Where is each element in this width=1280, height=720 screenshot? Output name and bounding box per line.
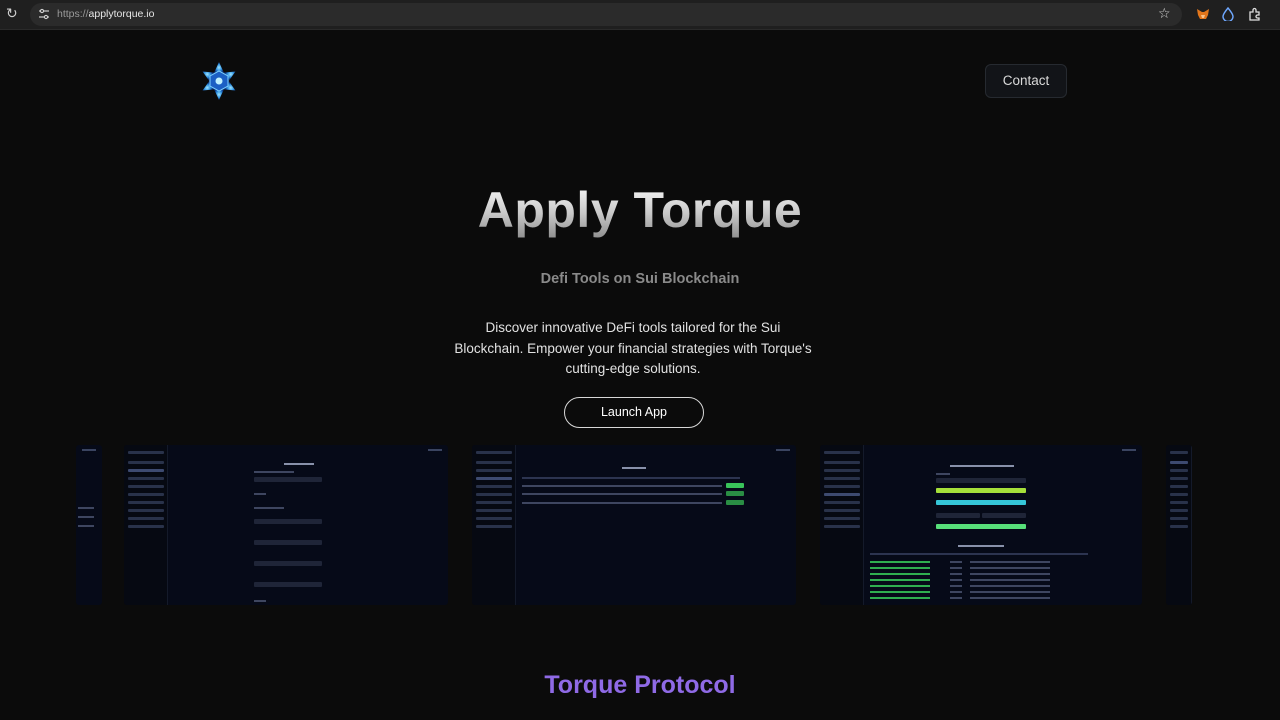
launch-app-button[interactable]: Launch App bbox=[564, 397, 704, 428]
url-scheme: https:// bbox=[57, 8, 89, 20]
drop-icon[interactable] bbox=[1221, 7, 1235, 21]
app-screenshot-create-vesting[interactable] bbox=[124, 445, 448, 605]
extensions-icon[interactable] bbox=[1248, 7, 1262, 21]
app-screenshot-my-vestings[interactable] bbox=[472, 445, 796, 605]
tune-icon[interactable] bbox=[38, 8, 50, 20]
app-screenshot-partial-left[interactable] bbox=[76, 445, 102, 605]
page: Contact Apply Torque Defi Tools on Sui B… bbox=[0, 31, 1280, 720]
app-screenshot-multi-send[interactable] bbox=[820, 445, 1142, 605]
torque-logo[interactable] bbox=[198, 60, 240, 102]
address-bar[interactable] bbox=[30, 3, 1182, 26]
browser-toolbar: ↻ https://applytorque.io ☆ bbox=[0, 0, 1280, 30]
url-host: applytorque.io bbox=[88, 8, 155, 20]
contact-button[interactable]: Contact bbox=[985, 64, 1067, 98]
reload-icon[interactable]: ↻ bbox=[6, 7, 20, 21]
hero-title: Apply Torque bbox=[340, 181, 940, 239]
app-screenshot-partial-right[interactable] bbox=[1166, 445, 1192, 605]
star-icon[interactable]: ☆ bbox=[1158, 6, 1171, 22]
hero-description: Discover innovative DeFi tools tailored … bbox=[454, 320, 812, 376]
url-text[interactable]: https://applytorque.io bbox=[57, 8, 154, 20]
section-title-torque-protocol: Torque Protocol bbox=[544, 671, 736, 699]
hero-subtitle: Defi Tools on Sui Blockchain bbox=[540, 271, 740, 287]
metamask-icon[interactable] bbox=[1196, 7, 1210, 21]
